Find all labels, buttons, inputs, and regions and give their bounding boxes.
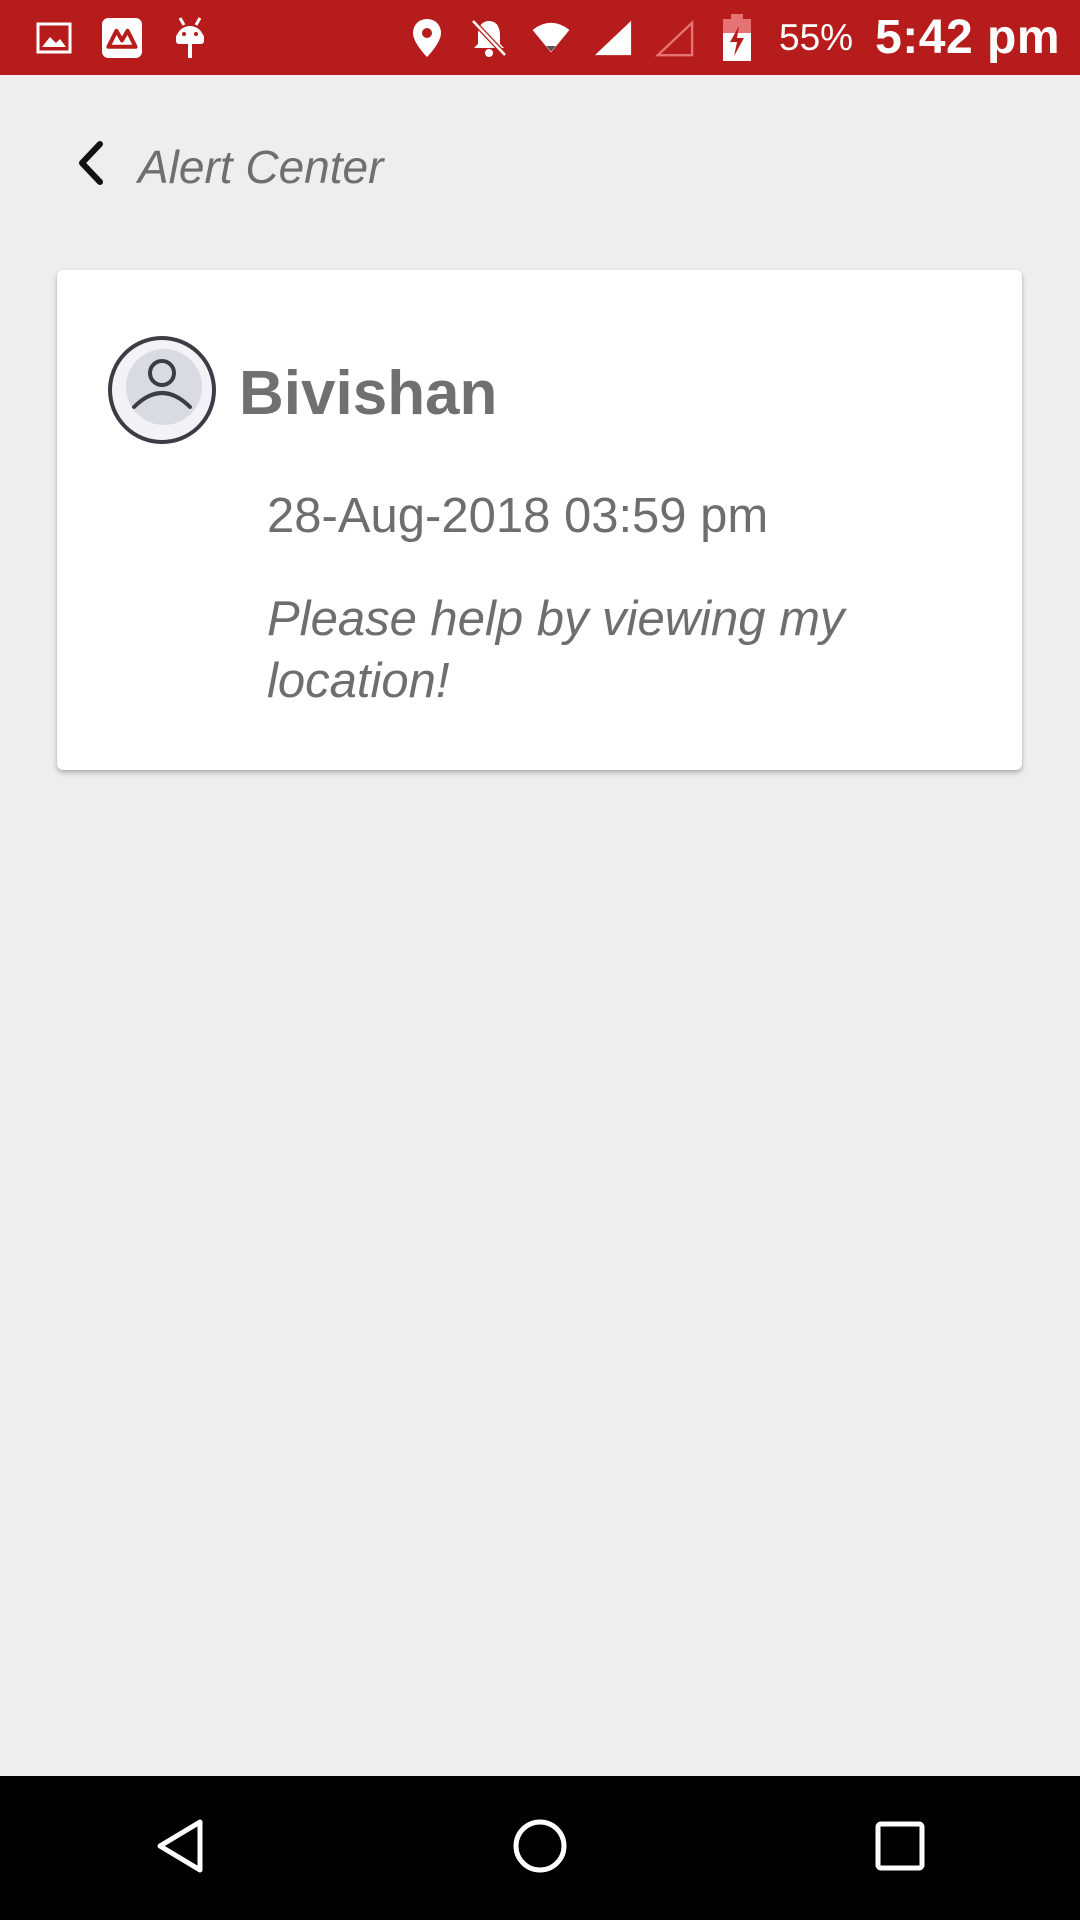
header: Alert Center	[0, 75, 1080, 265]
alert-message: Please help by viewing my location!	[267, 592, 845, 708]
status-bar: 55% 5:42 pm	[0, 0, 1080, 75]
location-icon	[407, 18, 447, 58]
signal-empty-icon	[655, 18, 695, 58]
nav-recents-button[interactable]	[855, 1803, 945, 1893]
wifi-icon	[531, 18, 571, 58]
back-button[interactable]	[62, 135, 122, 195]
recents-square-icon	[872, 1818, 928, 1879]
notifications-off-icon	[469, 18, 509, 58]
signal-icon	[593, 18, 633, 58]
nav-back-button[interactable]	[135, 1803, 225, 1893]
alert-card[interactable]: Bivishan 28-Aug-2018 03:59 pm Please hel…	[57, 270, 1022, 770]
page-title: Alert Center	[138, 141, 384, 193]
home-circle-icon	[510, 1816, 570, 1881]
android-debug-icon	[170, 16, 210, 58]
gallery-icon	[34, 18, 74, 58]
sender-name: Bivishan	[239, 359, 498, 428]
battery-percent: 55%	[779, 16, 854, 58]
alert-timestamp: 28-Aug-2018 03:59 pm	[267, 489, 769, 543]
clock: 5:42 pm	[875, 11, 1060, 64]
app-logo-icon	[102, 17, 142, 58]
chevron-left-icon	[72, 138, 112, 193]
back-triangle-icon	[152, 1816, 208, 1881]
battery-charging-icon	[717, 13, 757, 61]
nav-home-button[interactable]	[495, 1803, 585, 1893]
user-avatar-icon	[107, 335, 217, 445]
navigation-bar	[0, 1776, 1080, 1920]
